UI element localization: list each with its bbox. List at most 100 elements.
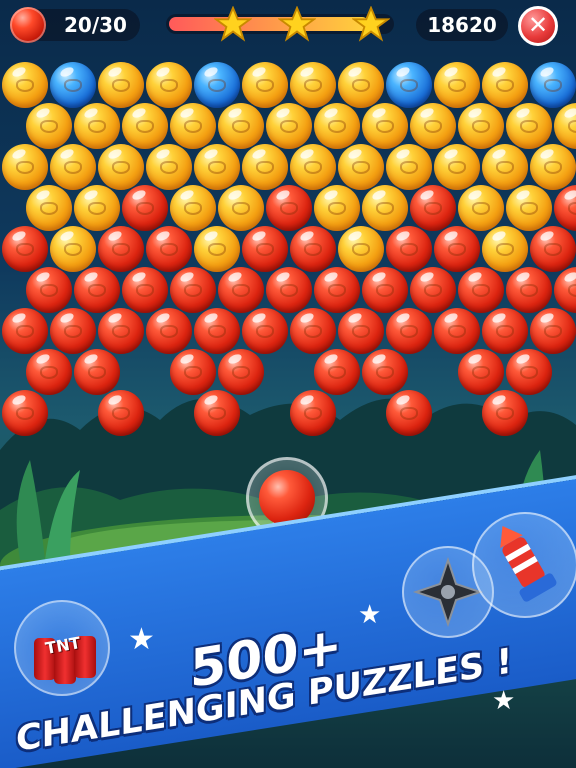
red-bubble — [2, 390, 48, 436]
red-bubble — [98, 390, 144, 436]
red-bubble — [2, 226, 48, 272]
yellow-bubble — [2, 144, 48, 190]
yellow-bubble — [458, 185, 504, 231]
red-bubble — [2, 308, 48, 354]
yellow-bubble — [506, 103, 552, 149]
next-bubble-icon — [10, 7, 46, 43]
red-bubble — [362, 267, 408, 313]
yellow-bubble — [266, 103, 312, 149]
red-bubble — [242, 308, 288, 354]
loaded-red-bubble — [259, 470, 315, 526]
red-bubble — [266, 185, 312, 231]
red-bubble — [386, 226, 432, 272]
red-bubble — [458, 267, 504, 313]
yellow-bubble — [26, 103, 72, 149]
yellow-bubble — [290, 62, 336, 108]
red-bubble — [290, 390, 336, 436]
yellow-bubble — [410, 103, 456, 149]
yellow-bubble — [362, 185, 408, 231]
red-bubble — [410, 267, 456, 313]
yellow-bubble — [218, 185, 264, 231]
yellow-bubble — [314, 103, 360, 149]
red-bubble — [170, 267, 216, 313]
red-bubble — [458, 349, 504, 395]
red-bubble — [386, 390, 432, 436]
red-bubble — [290, 308, 336, 354]
red-bubble — [218, 349, 264, 395]
yellow-bubble — [74, 103, 120, 149]
red-bubble — [506, 267, 552, 313]
red-bubble — [530, 308, 576, 354]
yellow-bubble — [482, 144, 528, 190]
yellow-bubble — [2, 62, 48, 108]
red-bubble — [266, 267, 312, 313]
tnt-powerup[interactable]: TNT — [14, 600, 110, 696]
yellow-bubble — [458, 103, 504, 149]
red-bubble — [434, 308, 480, 354]
yellow-bubble — [338, 226, 384, 272]
yellow-bubble — [26, 185, 72, 231]
star-icon-2 — [278, 6, 316, 42]
red-bubble — [506, 349, 552, 395]
top-hud: 20/30 18620 ✕ — [0, 0, 576, 52]
blue-bubble — [386, 62, 432, 108]
yellow-bubble — [50, 226, 96, 272]
star-icon-1 — [214, 6, 252, 42]
red-bubble — [98, 308, 144, 354]
yellow-bubble — [386, 144, 432, 190]
red-bubble — [554, 185, 576, 231]
score-label: 18620 — [427, 13, 497, 37]
red-bubble — [74, 349, 120, 395]
sparkle-icon-1: ★ — [128, 622, 155, 657]
yellow-bubble — [554, 103, 576, 149]
rocket-icon — [500, 526, 557, 602]
rocket-powerup[interactable] — [472, 512, 576, 618]
red-bubble — [194, 308, 240, 354]
blue-bubble — [530, 62, 576, 108]
red-bubble — [482, 390, 528, 436]
yellow-bubble — [242, 62, 288, 108]
yellow-bubble — [434, 144, 480, 190]
yellow-bubble — [146, 144, 192, 190]
red-bubble — [434, 226, 480, 272]
red-bubble — [98, 226, 144, 272]
red-bubble — [122, 185, 168, 231]
red-bubble — [26, 349, 72, 395]
yellow-bubble — [338, 62, 384, 108]
yellow-bubble — [194, 144, 240, 190]
sparkle-icon-3: ★ — [492, 686, 516, 716]
red-bubble — [290, 226, 336, 272]
shots-label: 20/30 — [64, 13, 127, 37]
yellow-bubble — [242, 144, 288, 190]
sparkle-icon-2: ★ — [358, 600, 382, 630]
yellow-bubble — [314, 185, 360, 231]
yellow-bubble — [362, 103, 408, 149]
game-scene: 20/30 18620 ✕ ★ ★ ★ 500+ CHALLENGING PUZ… — [0, 0, 576, 768]
score-display: 18620 — [416, 9, 508, 41]
red-bubble — [482, 308, 528, 354]
yellow-bubble — [50, 144, 96, 190]
close-button[interactable]: ✕ — [518, 6, 558, 46]
yellow-bubble — [218, 103, 264, 149]
red-bubble — [530, 226, 576, 272]
red-bubble — [338, 308, 384, 354]
red-bubble — [26, 267, 72, 313]
yellow-bubble — [434, 62, 480, 108]
red-bubble — [122, 267, 168, 313]
yellow-bubble — [170, 103, 216, 149]
yellow-bubble — [482, 62, 528, 108]
shots-counter: 20/30 — [10, 7, 140, 43]
yellow-bubble — [530, 144, 576, 190]
blue-bubble — [194, 62, 240, 108]
yellow-bubble — [170, 185, 216, 231]
yellow-bubble — [290, 144, 336, 190]
progress-fill — [169, 17, 369, 31]
blue-bubble — [50, 62, 96, 108]
yellow-bubble — [98, 62, 144, 108]
red-bubble — [146, 308, 192, 354]
red-bubble — [362, 349, 408, 395]
red-bubble — [314, 267, 360, 313]
red-bubble — [146, 226, 192, 272]
yellow-bubble — [74, 185, 120, 231]
yellow-bubble — [194, 226, 240, 272]
